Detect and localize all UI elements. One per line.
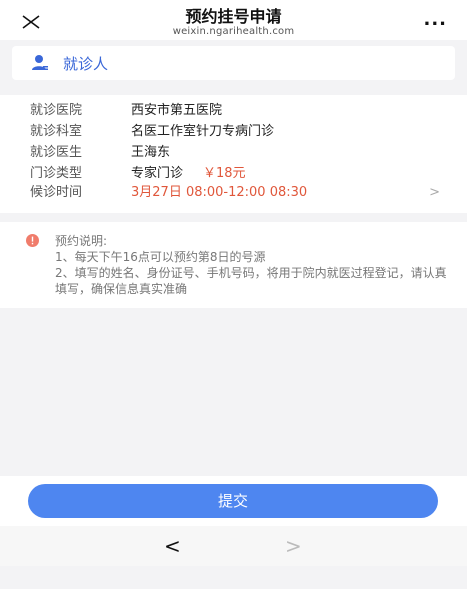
clinic-type-value: 专家门诊	[131, 166, 184, 181]
page-title: 预约挂号申请	[185, 7, 282, 26]
patient-label: 就诊人	[63, 54, 109, 73]
doctor-value: 王海东	[131, 145, 171, 160]
doctor-row: 就诊医生 王海东	[30, 143, 440, 163]
page-domain: weixin.ngarihealth.com	[172, 26, 295, 37]
hospital-key: 就诊医院	[30, 103, 83, 118]
user-icon	[32, 55, 48, 70]
info-icon	[26, 234, 39, 247]
clinic-type-row: 门诊类型 专家门诊 ￥18元	[30, 164, 440, 184]
chevron-right-icon: >	[429, 185, 440, 200]
notice-title: 预约说明:	[55, 234, 108, 248]
notice-item-2: 2、填写的姓名、身份证号、手机号码，将用于院内就医过程登记，请认真填写，确保信息…	[55, 266, 447, 296]
forward-button[interactable]: >	[285, 534, 302, 558]
title-bar: 预约挂号申请 weixin.ngarihealth.com ...	[0, 0, 467, 40]
notice-panel: 预约说明: 1、每天下午16点可以预约第8日的号源 2、填写的姓名、身份证号、手…	[0, 222, 467, 308]
time-row[interactable]: 候诊时间 3月27日 08:00-12:00 08:30 >	[30, 183, 440, 203]
back-button[interactable]: <	[164, 534, 181, 558]
browser-nav-bar: < >	[0, 526, 467, 566]
submit-button[interactable]: 提交	[28, 484, 438, 518]
time-value: 3月27日 08:00-12:00 08:30	[131, 185, 308, 200]
notice-item-1: 1、每天下午16点可以预约第8日的号源	[55, 250, 266, 264]
fee-value: ￥18元	[203, 166, 246, 181]
clinic-type-key: 门诊类型	[30, 166, 83, 181]
patient-selector[interactable]: 就诊人	[12, 46, 455, 80]
department-row: 就诊科室 名医工作室针刀专病门诊	[30, 122, 440, 142]
department-key: 就诊科室	[30, 124, 83, 139]
time-key: 候诊时间	[30, 185, 83, 200]
appointment-info-panel: 就诊医院 西安市第五医院 就诊科室 名医工作室针刀专病门诊 就诊医生 王海东 门…	[0, 95, 467, 213]
notice-text: 预约说明: 1、每天下午16点可以预约第8日的号源 2、填写的姓名、身份证号、手…	[55, 233, 455, 297]
hospital-row: 就诊医院 西安市第五医院	[30, 101, 440, 121]
doctor-key: 就诊医生	[30, 145, 83, 160]
hospital-value: 西安市第五医院	[131, 103, 223, 118]
title-block: 预约挂号申请 weixin.ngarihealth.com	[0, 8, 467, 38]
department-value: 名医工作室针刀专病门诊	[131, 124, 275, 139]
more-menu-button[interactable]: ...	[423, 11, 447, 29]
